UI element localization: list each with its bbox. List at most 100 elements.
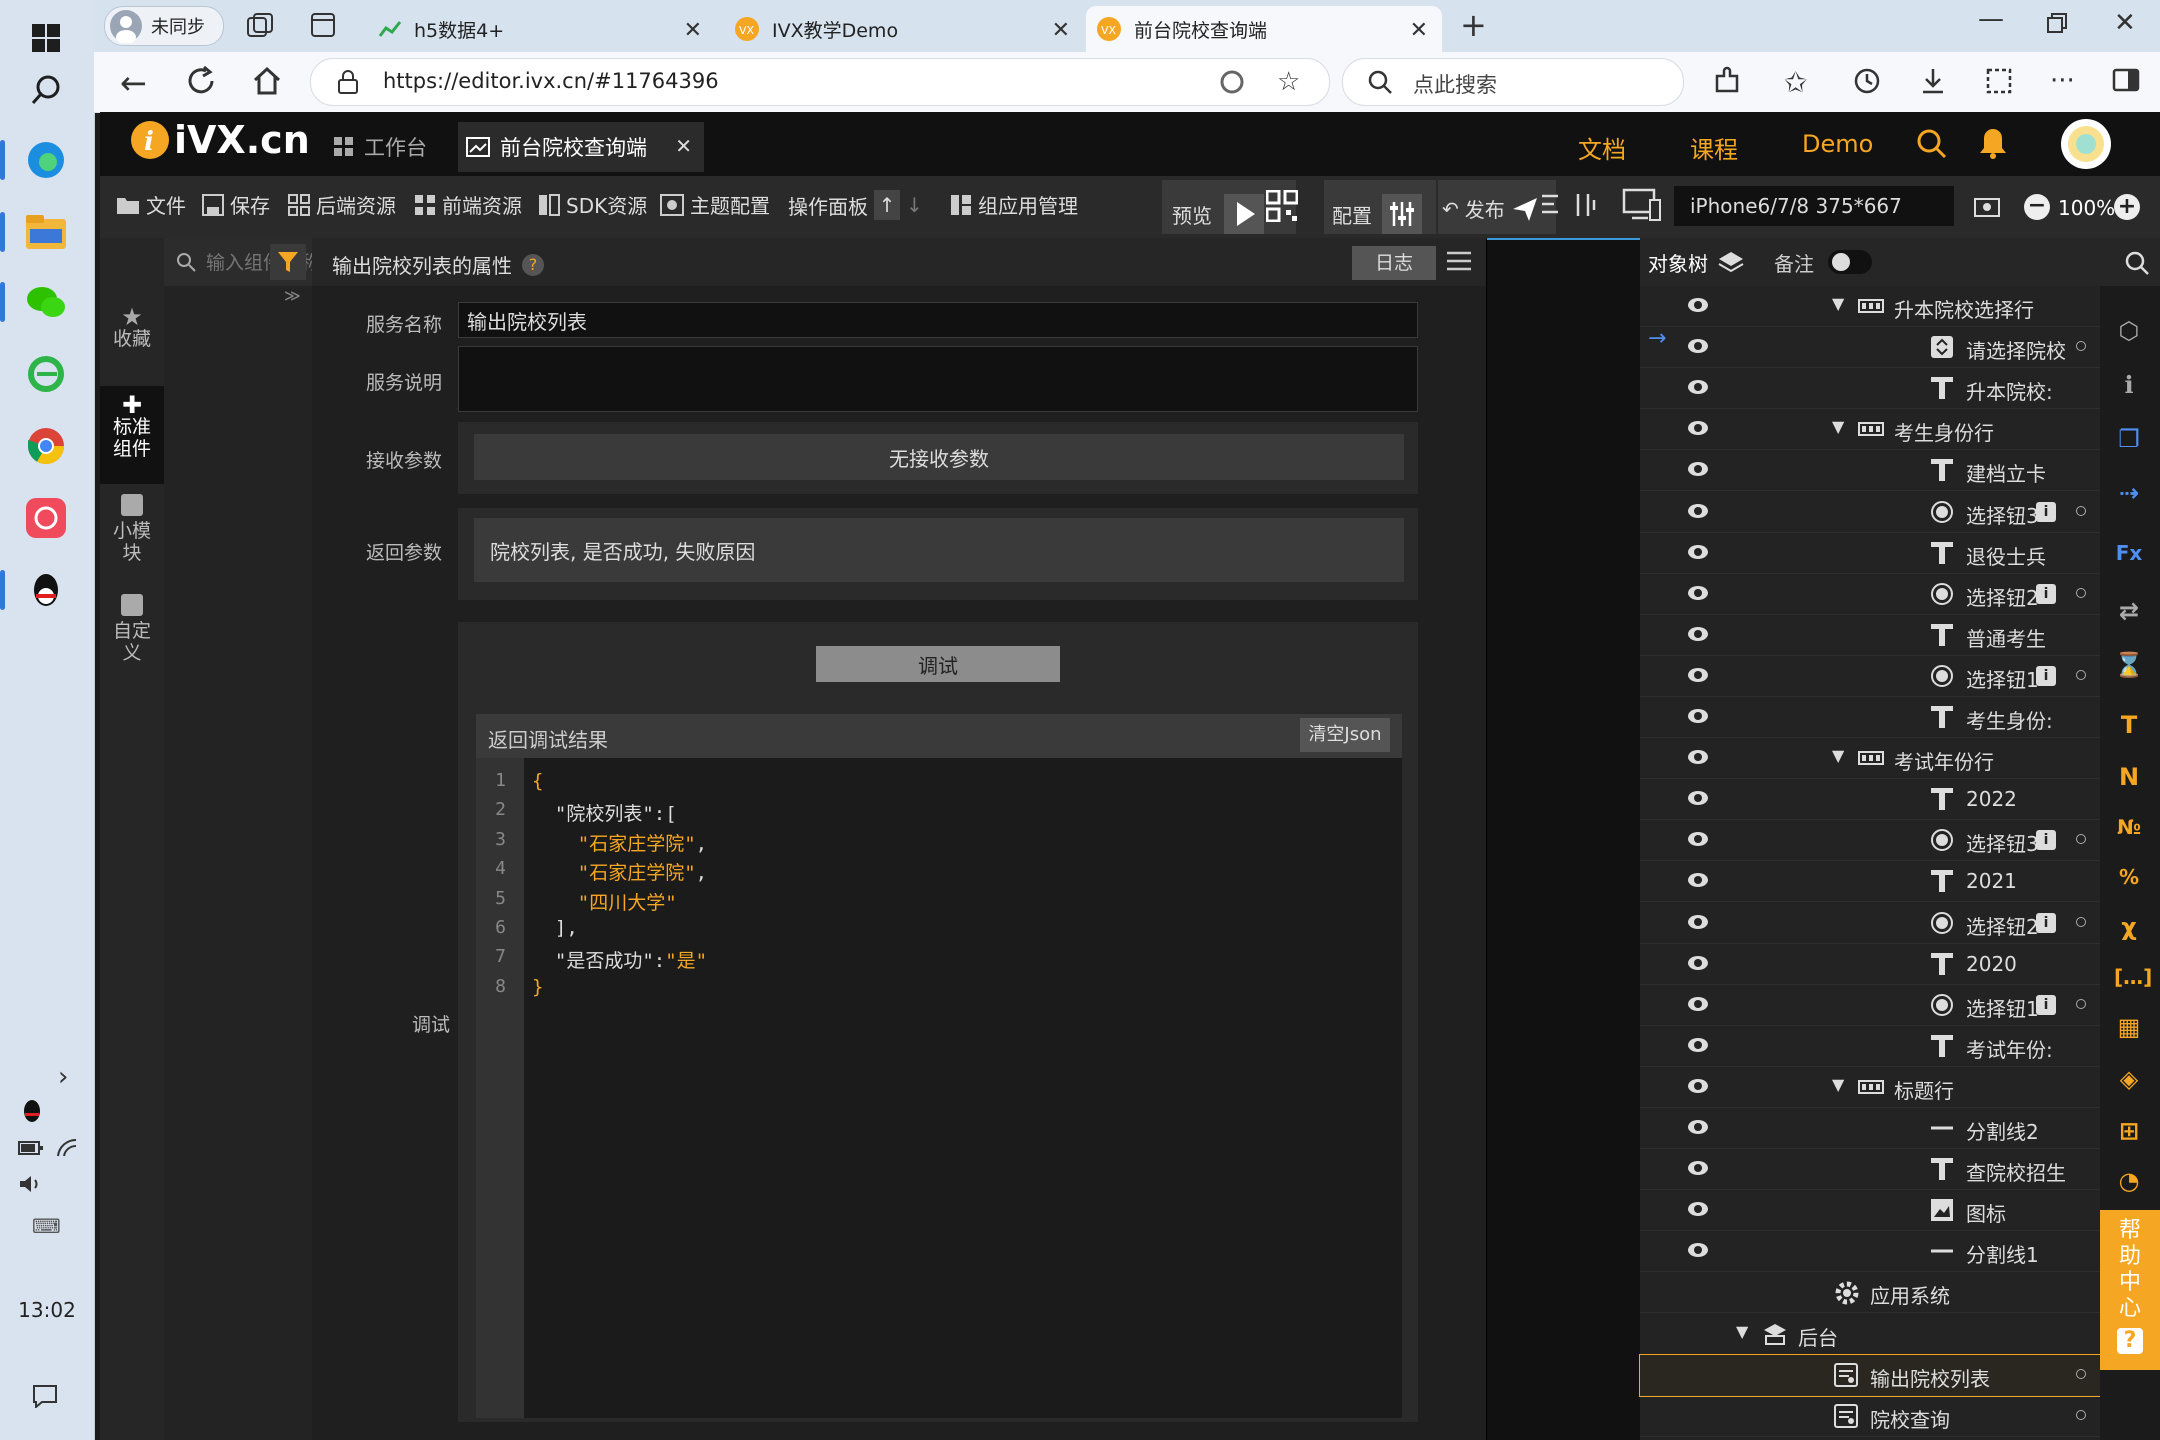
number-var-icon[interactable]: N xyxy=(2114,762,2144,792)
notification-bell-icon[interactable] xyxy=(1978,126,2008,160)
hourglass-icon[interactable]: ⌛ xyxy=(2114,650,2144,680)
search-icon[interactable] xyxy=(14,58,78,122)
tree-row[interactable]: 院校查询 xyxy=(1640,1396,2100,1437)
close-tab-icon[interactable]: ✕ xyxy=(1052,18,1070,43)
canvas-area[interactable] xyxy=(1486,238,1641,1440)
ivx-logo[interactable]: i iVX.cn xyxy=(130,118,310,162)
undo-icon[interactable]: ↶ xyxy=(1442,197,1459,221)
profile-button[interactable]: 未同步 xyxy=(104,6,224,46)
favorites-icon[interactable]: ✩ xyxy=(1784,66,1814,99)
menu-courses[interactable]: 课程 xyxy=(1690,130,1738,165)
tree-row[interactable]: ▼ 后台 xyxy=(1640,1314,2100,1355)
nav-favorites[interactable]: ★ 收藏 xyxy=(100,305,164,370)
extensions-icon[interactable] xyxy=(1712,66,1742,96)
eye-icon[interactable] xyxy=(1688,914,1708,929)
json-editor[interactable] xyxy=(476,758,1402,1418)
clock[interactable]: 13:02 xyxy=(0,1298,94,1322)
zoom-in-icon[interactable]: + xyxy=(2114,194,2140,220)
file-explorer-icon[interactable] xyxy=(0,200,78,264)
info-badge-icon[interactable]: i xyxy=(2036,830,2056,851)
info-badge-icon[interactable]: i xyxy=(2036,583,2056,604)
comment-icon[interactable]: ❐ xyxy=(2114,424,2144,454)
tab-notes[interactable]: 备注 xyxy=(1774,246,1872,278)
theme-config-button[interactable]: 主题配置 xyxy=(660,190,770,219)
return-params-button[interactable]: 院校列表, 是否成功, 失败原因 xyxy=(474,518,1404,582)
cube-icon[interactable]: ⬡ xyxy=(2114,316,2144,346)
user-avatar[interactable] xyxy=(2060,118,2112,170)
tree-row[interactable]: ▼ 考试年份行 xyxy=(1640,738,2100,780)
close-window-icon[interactable]: ✕ xyxy=(2114,8,2136,38)
history-icon[interactable] xyxy=(1852,66,1882,96)
nav-standard-components[interactable]: ✚ 标准组件 xyxy=(100,386,164,484)
swap-icon[interactable]: ⇄ xyxy=(2114,596,2144,626)
qrcode-icon[interactable] xyxy=(1266,190,1298,222)
arrow-down-icon[interactable]: ↓ xyxy=(906,193,923,217)
eye-icon[interactable] xyxy=(1688,709,1708,723)
back-icon[interactable]: ← xyxy=(120,64,147,102)
info-icon[interactable]: ℹ xyxy=(2114,370,2144,400)
notes-toggle[interactable] xyxy=(1828,250,1872,274)
split-icon[interactable] xyxy=(1572,190,1596,220)
text-var-icon[interactable]: T xyxy=(2114,710,2144,740)
eye-icon[interactable] xyxy=(1688,1037,1708,1052)
help-center-button[interactable]: 帮助中心 ? xyxy=(2100,1210,2160,1370)
tree-row[interactable]: 图标 xyxy=(1640,1190,2100,1232)
tree-row[interactable]: 选择钮1 i xyxy=(1640,656,2100,697)
browser-tab-h5[interactable]: h5数据4+ ✕ xyxy=(368,6,716,52)
screenshot-icon[interactable] xyxy=(1984,66,2014,96)
eye-icon[interactable] xyxy=(1688,873,1708,888)
search-icon[interactable] xyxy=(2124,250,2150,276)
help-icon[interactable]: ? xyxy=(522,253,544,276)
minimize-icon[interactable]: — xyxy=(1978,4,2004,34)
group-app-management-button[interactable]: 组应用管理 xyxy=(950,190,1078,219)
tree-row[interactable]: 退役士兵 xyxy=(1640,533,2100,574)
caret-down-icon[interactable]: ▼ xyxy=(1736,1322,1748,1341)
tab-object-tree[interactable]: 对象树 xyxy=(1648,246,1744,278)
tree-row[interactable]: 建档立卡 xyxy=(1640,450,2100,492)
tree-row[interactable]: 输出院校列表 xyxy=(1639,1353,2101,1397)
operation-panel-button[interactable]: 操作面板 ↑ ↓ xyxy=(788,190,923,220)
tree-row[interactable]: ▼ 考生身份行 xyxy=(1640,409,2100,451)
new-tab-icon[interactable]: + xyxy=(1460,6,1487,44)
tree-row[interactable]: 普通考生 xyxy=(1640,615,2100,656)
qq-tray-icon[interactable] xyxy=(20,1098,44,1124)
nav-modules[interactable]: 小模块 xyxy=(100,494,164,588)
app-red-icon[interactable] xyxy=(14,486,78,550)
tree-row[interactable]: 2021 xyxy=(1640,861,2100,903)
tree-row[interactable]: 选择钮1 i xyxy=(1640,985,2100,1026)
restore-icon[interactable] xyxy=(2046,12,2068,34)
caret-down-icon[interactable]: ▼ xyxy=(1832,746,1844,765)
timer-var-icon[interactable]: ◔ xyxy=(2114,1166,2144,1196)
tree-row[interactable]: 2022 xyxy=(1640,779,2100,821)
eye-icon[interactable] xyxy=(1688,955,1708,970)
browser-tab-active[interactable]: VX 前台院校查询端 ✕ xyxy=(1086,6,1442,52)
refresh-icon[interactable] xyxy=(186,66,216,96)
download-icon[interactable] xyxy=(1918,66,1948,96)
zoom-out-icon[interactable]: − xyxy=(2024,194,2050,220)
tree-row[interactable]: 选择钮3 i xyxy=(1640,820,2100,862)
volume-icon[interactable] xyxy=(18,1174,44,1194)
eye-icon[interactable] xyxy=(1688,380,1708,395)
eye-icon[interactable] xyxy=(1688,544,1708,559)
app-tab-workspace[interactable]: 工作台 xyxy=(334,122,458,172)
arrow-up-icon[interactable]: ↑ xyxy=(874,190,900,220)
snapshot-icon[interactable] xyxy=(1974,194,2000,218)
service-name-input[interactable] xyxy=(458,302,1418,338)
info-badge-icon[interactable]: i xyxy=(2036,501,2056,522)
tree-row[interactable]: 查院校招生 xyxy=(1640,1149,2100,1191)
preview-button[interactable]: 预览 xyxy=(1172,194,1264,234)
eye-icon[interactable] xyxy=(1688,750,1708,765)
caret-down-icon[interactable]: ▼ xyxy=(1832,294,1844,313)
log-button[interactable]: 日志 xyxy=(1352,246,1436,280)
search-box[interactable]: 点此搜索 xyxy=(1342,58,1684,106)
sliders-icon[interactable] xyxy=(1382,194,1422,234)
tree-row[interactable]: 2020 xyxy=(1640,944,2100,985)
tree-row[interactable]: 应用系统 xyxy=(1640,1272,2100,1314)
search-icon[interactable] xyxy=(1916,128,1948,160)
sdk-resources-button[interactable]: SDK资源 xyxy=(538,190,647,219)
eye-icon[interactable] xyxy=(1688,421,1708,436)
info-badge-icon[interactable]: i xyxy=(2036,994,2056,1015)
home-icon[interactable] xyxy=(252,66,282,96)
publish-button[interactable]: ↶ 发布 xyxy=(1442,194,1539,223)
eye-icon[interactable] xyxy=(1688,791,1708,806)
